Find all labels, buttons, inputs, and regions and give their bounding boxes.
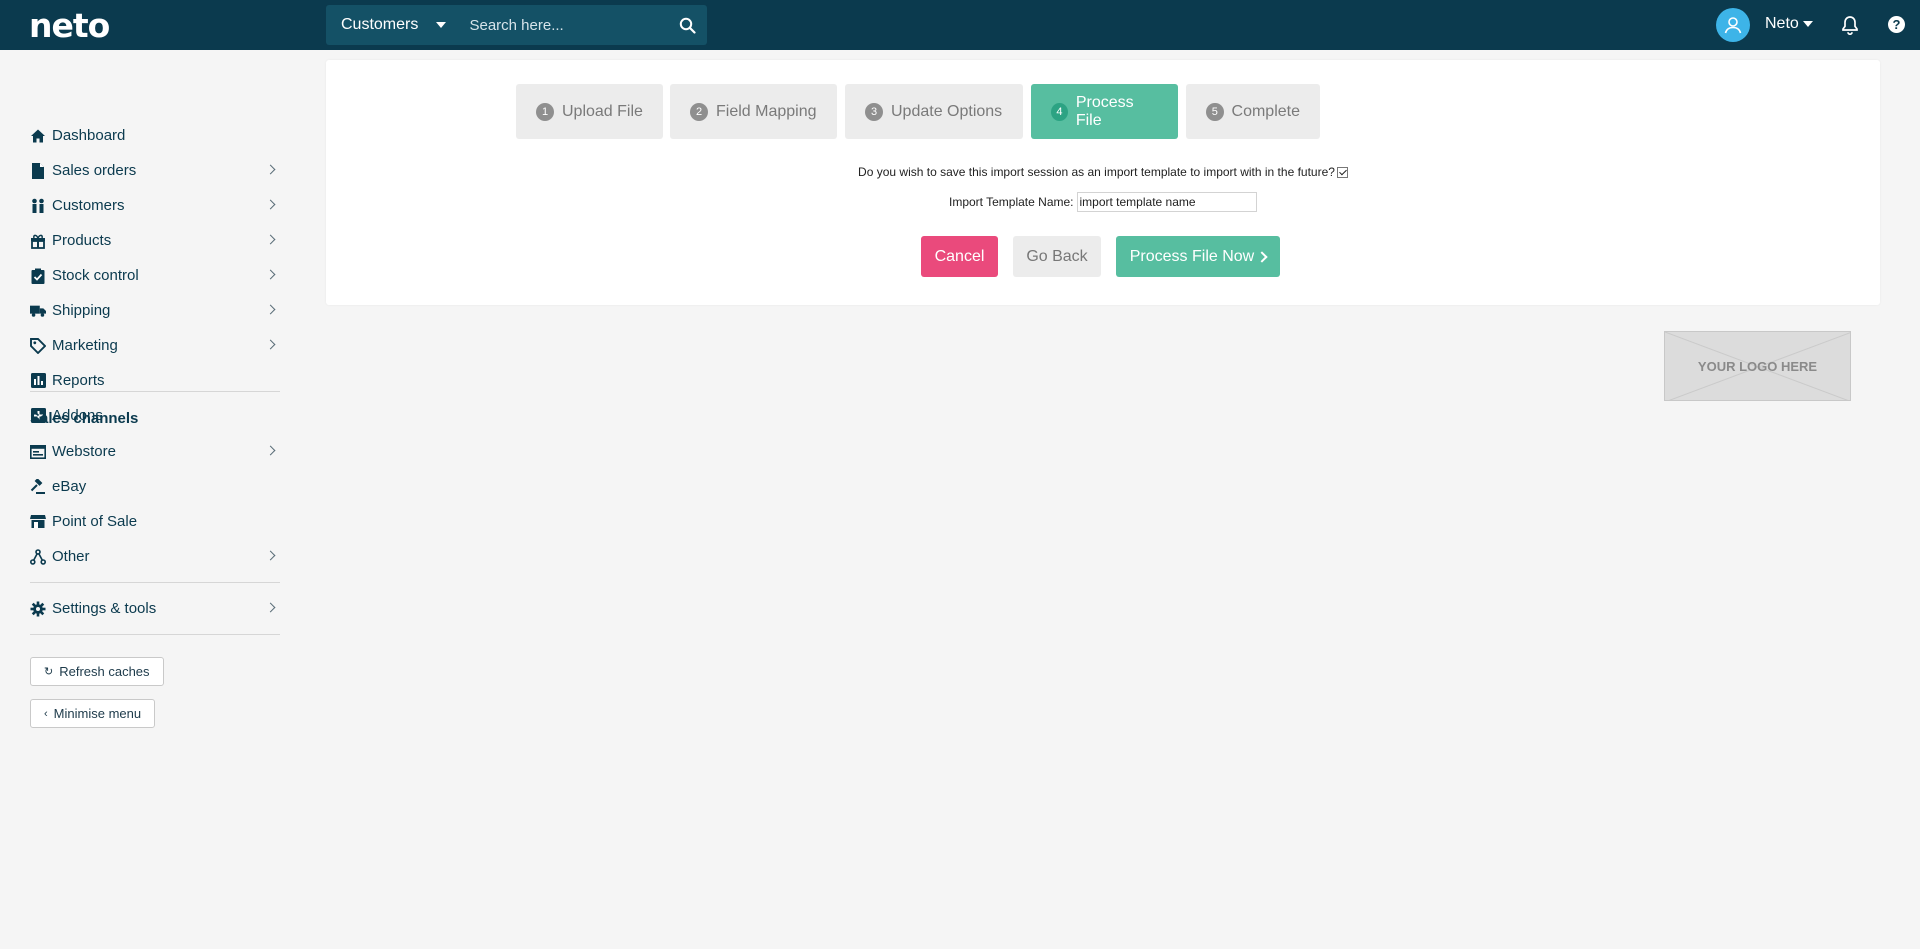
home-icon: [30, 128, 46, 144]
chevron-left-icon: ‹: [44, 707, 48, 720]
save-template-checkbox[interactable]: [1336, 167, 1348, 178]
bell-icon[interactable]: [1841, 15, 1859, 38]
chevron-right-icon: [265, 234, 276, 245]
step-number: 4: [1051, 102, 1068, 121]
sales-channels-heading: Sales channels: [30, 410, 139, 427]
tag-icon: [30, 337, 46, 354]
chevron-right-icon: [265, 269, 276, 280]
search-scope-dropdown[interactable]: Customers: [326, 5, 457, 45]
neto-logo[interactable]: neto: [29, 6, 110, 45]
minimise-menu-button[interactable]: ‹ Minimise menu: [30, 699, 156, 728]
chevron-right-icon: [265, 602, 276, 613]
gear-icon: [30, 601, 46, 617]
step-process-file[interactable]: 4 Process File: [1031, 84, 1178, 139]
document-icon: [30, 162, 46, 179]
sidebar-item-shipping[interactable]: Shipping: [30, 293, 280, 328]
user-name: Neto: [1765, 15, 1799, 32]
caret-down-icon: [1802, 21, 1813, 27]
save-template-question-text: Do you wish to save this import session …: [858, 165, 1335, 179]
sidebar-item-marketing[interactable]: Marketing: [30, 328, 280, 363]
save-template-question: Do you wish to save this import session …: [326, 165, 1880, 179]
sidebar-divider: [30, 391, 280, 392]
go-back-button[interactable]: Go Back: [1013, 236, 1101, 277]
template-name-label: Import Template Name:: [949, 195, 1074, 209]
step-field-mapping[interactable]: 2 Field Mapping: [670, 84, 837, 139]
browser-icon: [30, 444, 46, 460]
step-label: Complete: [1231, 102, 1300, 120]
step-number: 1: [536, 102, 554, 121]
sidebar-item-settings-tools[interactable]: Settings & tools: [30, 591, 280, 626]
step-update-options[interactable]: 3 Update Options: [845, 84, 1023, 139]
search-icon[interactable]: [668, 5, 707, 45]
gavel-icon: [30, 478, 46, 495]
step-label: Update Options: [891, 102, 1003, 120]
top-bar: neto Customers Neto ?: [0, 0, 1920, 50]
step-number: 5: [1206, 102, 1224, 121]
step-number: 2: [690, 102, 708, 121]
user-icon: [1724, 17, 1742, 34]
template-name-input[interactable]: [1076, 192, 1257, 212]
sidebar: Dashboard Sales orders Customers Product…: [0, 50, 300, 949]
chevron-right-icon: [265, 199, 276, 210]
step-complete[interactable]: 5 Complete: [1186, 84, 1320, 139]
sidebar-item-dashboard[interactable]: Dashboard: [30, 118, 280, 153]
logo-placeholder-text: YOUR LOGO HERE: [1697, 358, 1818, 374]
gift-icon: [30, 233, 46, 249]
search-scope-label: Customers: [341, 16, 419, 33]
refresh-caches-button[interactable]: ↻ Refresh caches: [30, 657, 164, 686]
chevron-right-icon: [1256, 250, 1268, 263]
search-bar: Customers: [326, 5, 707, 45]
sidebar-item-stock-control[interactable]: Stock control: [30, 258, 280, 293]
template-name-row: Import Template Name:: [949, 192, 1257, 212]
sidebar-divider: [30, 582, 280, 583]
chevron-right-icon: [265, 164, 276, 175]
sidebar-item-ebay[interactable]: eBay: [30, 469, 280, 504]
import-wizard-card: 1 Upload File 2 Field Mapping 3 Update O…: [326, 60, 1880, 305]
clipboard-check-icon: [30, 268, 46, 284]
store-icon: [30, 514, 46, 530]
chevron-right-icon: [265, 339, 276, 350]
cancel-button[interactable]: Cancel: [921, 236, 998, 277]
step-label: Upload File: [562, 102, 643, 120]
bar-chart-icon: [30, 373, 46, 389]
chevron-right-icon: [265, 304, 276, 315]
step-label: Process File: [1075, 93, 1134, 129]
sidebar-item-sales-orders[interactable]: Sales orders: [30, 153, 280, 188]
sidebar-divider: [30, 634, 280, 635]
network-icon: [30, 548, 46, 565]
sidebar-item-webstore[interactable]: Webstore: [30, 434, 280, 469]
customers-icon: [30, 198, 46, 214]
chevron-right-icon: [265, 445, 276, 456]
step-number: 3: [865, 102, 883, 121]
sidebar-item-point-of-sale[interactable]: Point of Sale: [30, 504, 280, 539]
step-label: Field Mapping: [716, 102, 817, 120]
refresh-icon: ↻: [44, 666, 54, 678]
sidebar-item-customers[interactable]: Customers: [30, 188, 280, 223]
user-menu[interactable]: Neto: [1765, 15, 1813, 33]
sidebar-item-other[interactable]: Other: [30, 539, 280, 574]
sidebar-item-products[interactable]: Products: [30, 223, 280, 258]
search-input[interactable]: [457, 5, 669, 45]
user-avatar[interactable]: [1716, 8, 1750, 42]
truck-icon: [30, 303, 46, 319]
caret-down-icon: [436, 22, 447, 28]
chevron-right-icon: [265, 550, 276, 561]
process-file-now-button[interactable]: Process File Now: [1116, 236, 1280, 277]
sidebar-item-reports[interactable]: Reports: [30, 363, 280, 398]
help-icon[interactable]: ?: [1888, 16, 1905, 33]
step-upload-file[interactable]: 1 Upload File: [516, 84, 663, 139]
logo-placeholder: YOUR LOGO HERE: [1664, 331, 1851, 401]
